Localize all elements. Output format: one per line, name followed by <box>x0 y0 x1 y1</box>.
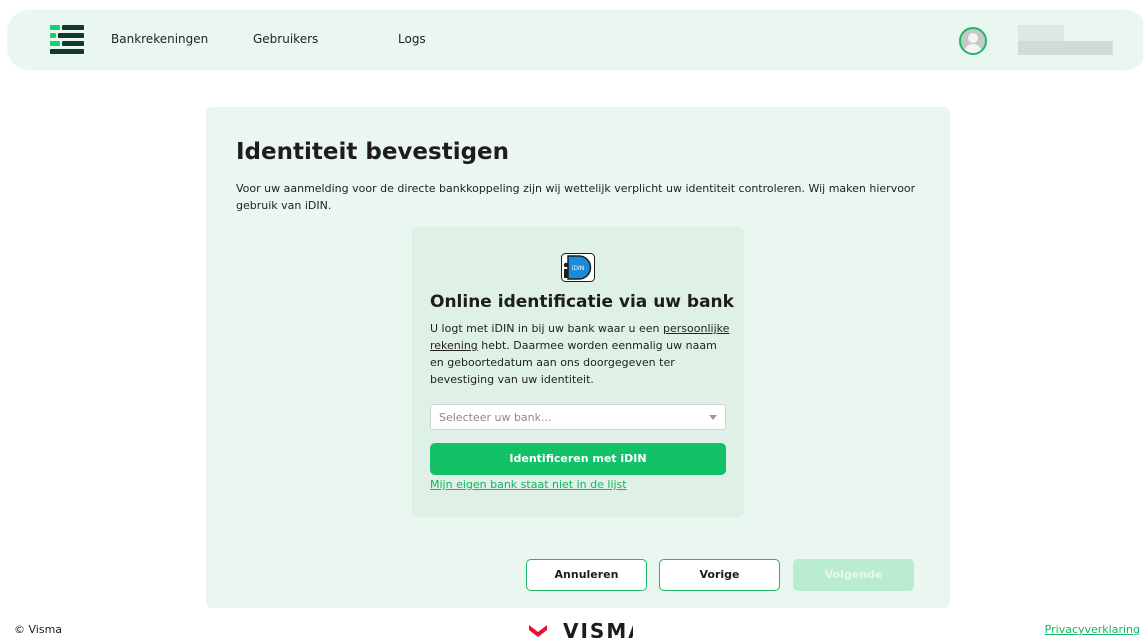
privacy-link[interactable]: Privacyverklaring <box>1045 623 1140 636</box>
visma-mark-icon <box>529 625 547 637</box>
identify-with-idin-button[interactable]: Identificeren met iDIN <box>430 443 726 475</box>
intro-text: Voor uw aanmelding voor de directe bankk… <box>236 182 916 212</box>
idin-panel: iDIN Online identificatie via uw bank U … <box>412 227 744 517</box>
idin-logo-icon: iDIN <box>561 253 595 282</box>
idin-description: U logt met iDIN in bij uw bank waar u ee… <box>430 320 730 388</box>
chevron-down-icon <box>709 415 717 420</box>
top-navigation-bar: Bankrekeningen Gebruikers Logs <box>7 10 1143 70</box>
idin-title: Online identificatie via uw bank <box>430 292 734 312</box>
app-logo-icon[interactable] <box>50 25 84 55</box>
user-avatar-icon[interactable] <box>959 27 987 55</box>
idin-description-part: U logt met iDIN in bij uw bank waar u ee… <box>430 322 664 335</box>
idin-logo-label: iDIN <box>572 265 585 272</box>
redacted-user-name[interactable] <box>1018 25 1113 57</box>
page-title: Identiteit bevestigen <box>236 139 510 165</box>
nav-item-logs[interactable]: Logs <box>398 32 426 46</box>
nav-item-bankrekeningen[interactable]: Bankrekeningen <box>111 32 208 46</box>
nav-item-gebruikers[interactable]: Gebruikers <box>253 32 318 46</box>
next-button[interactable]: Volgende <box>793 559 914 591</box>
bank-select-placeholder: Selecteer uw bank... <box>439 411 552 424</box>
cancel-button[interactable]: Annuleren <box>526 559 647 591</box>
copyright-text: © Visma <box>14 623 63 636</box>
bank-select[interactable]: Selecteer uw bank... <box>430 404 726 430</box>
visma-logo: VISMA <box>528 616 633 638</box>
bank-not-listed-link[interactable]: Mijn eigen bank staat niet in de lijst <box>430 478 627 491</box>
visma-wordmark: VISMA <box>563 619 633 638</box>
previous-button[interactable]: Vorige <box>659 559 780 591</box>
identity-verification-card: Identiteit bevestigen Voor uw aanmelding… <box>206 107 950 608</box>
